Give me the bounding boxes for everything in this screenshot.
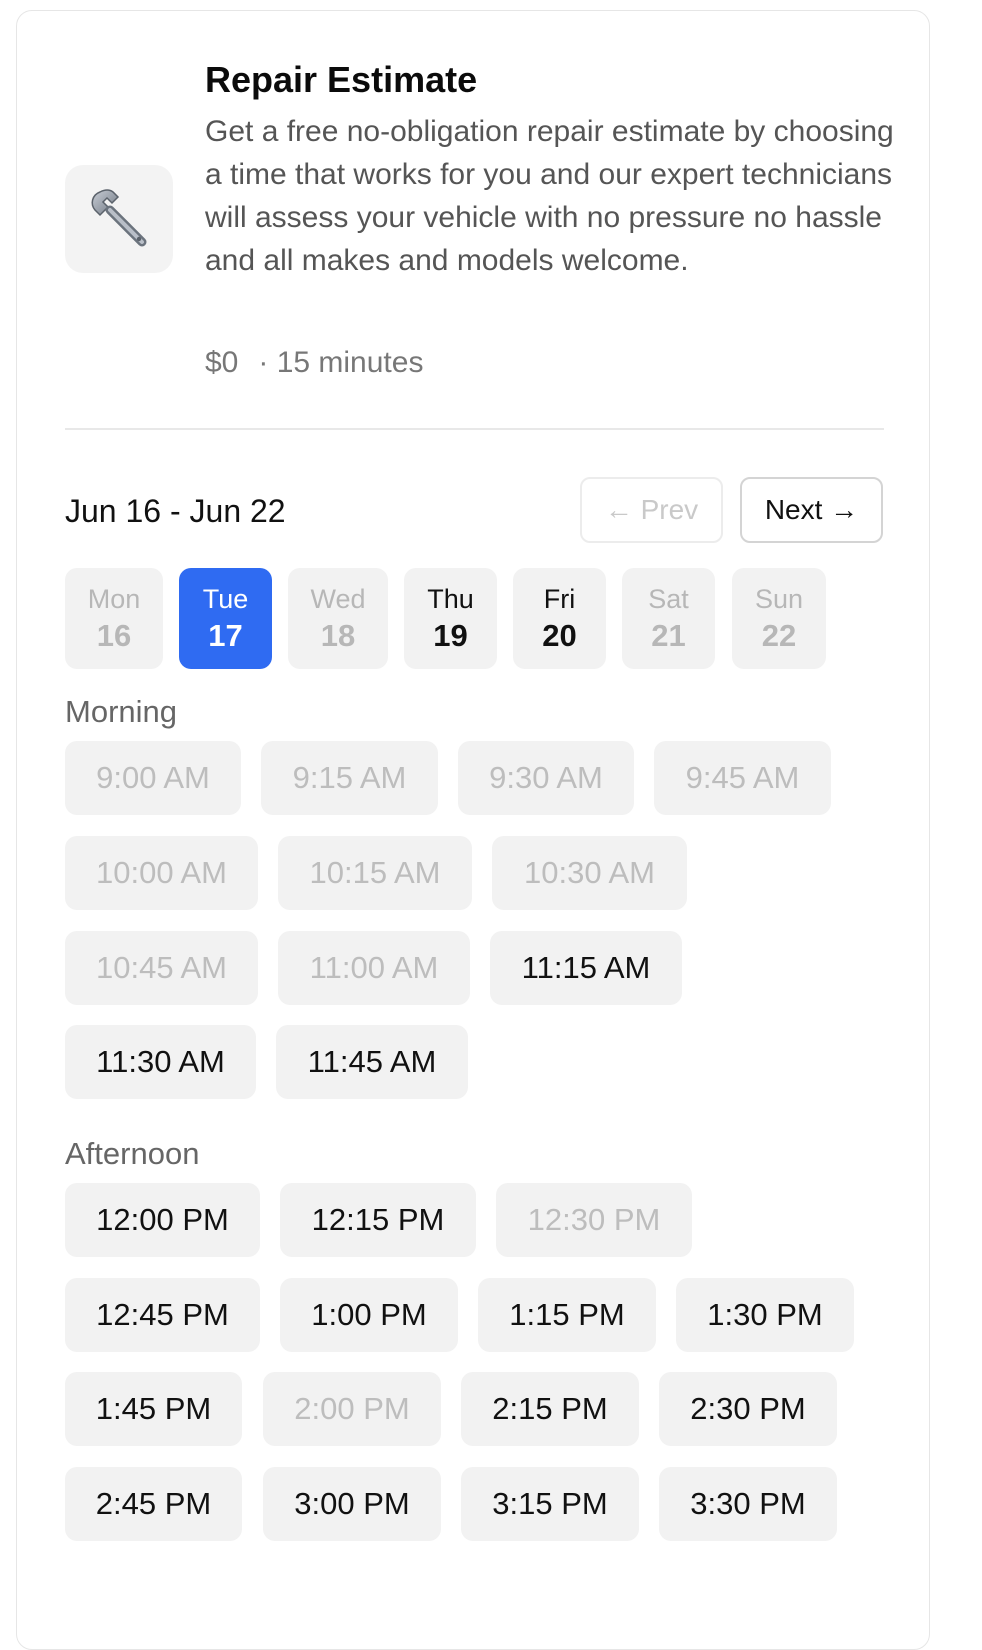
day-name: Mon: [87, 583, 141, 614]
time-slot-button[interactable]: 3:00 PM: [263, 1467, 441, 1541]
day-button-sat[interactable]: Sat 21: [622, 568, 715, 669]
day-name: Tue: [202, 583, 249, 614]
time-slot-button[interactable]: 10:45 AM: [65, 931, 258, 1005]
day-number: 16: [96, 617, 132, 653]
time-slot-button[interactable]: 3:30 PM: [659, 1467, 837, 1541]
day-name: Fri: [543, 583, 576, 614]
day-number: 18: [320, 617, 356, 653]
day-button-sun[interactable]: Sun 22: [732, 568, 826, 669]
service-price: $0: [205, 346, 239, 379]
time-slot-button[interactable]: 11:30 AM: [65, 1025, 256, 1099]
day-number: 19: [433, 617, 468, 653]
service-description: Get a free no-obligation repair estimate…: [205, 115, 894, 277]
service-icon-tile: [65, 165, 173, 273]
time-slot-button[interactable]: 11:15 AM: [490, 931, 682, 1005]
day-name: Thu: [427, 583, 474, 614]
time-slot-button[interactable]: 10:30 AM: [492, 836, 687, 910]
wrench-icon: [91, 189, 147, 247]
time-slot-button[interactable]: 1:00 PM: [280, 1278, 458, 1352]
time-slot-button[interactable]: 11:00 AM: [278, 931, 470, 1005]
time-slot-button[interactable]: 2:15 PM: [461, 1372, 639, 1446]
day-button-wed[interactable]: Wed 18: [288, 568, 388, 669]
time-slot-button[interactable]: 9:15 AM: [261, 741, 438, 815]
time-slot-button[interactable]: 12:30 PM: [496, 1183, 692, 1257]
time-slot-button[interactable]: 9:30 AM: [458, 741, 634, 815]
time-slot-button[interactable]: 12:15 PM: [280, 1183, 476, 1257]
time-slot-button[interactable]: 2:00 PM: [263, 1372, 441, 1446]
divider: [65, 428, 884, 430]
day-number: 17: [208, 617, 243, 653]
day-button-thu[interactable]: Thu 19: [404, 568, 497, 669]
day-number: 21: [651, 617, 686, 653]
day-button-fri[interactable]: Fri 20: [513, 568, 606, 669]
time-slot-button[interactable]: 11:45 AM: [276, 1025, 468, 1099]
service-duration: · 15 minutes: [258, 346, 424, 379]
time-slot-button[interactable]: 10:00 AM: [65, 836, 258, 910]
day-name: Sun: [754, 583, 804, 614]
prev-week-button[interactable]: ← Prev: [580, 477, 723, 543]
service-meta: $0 · 15 minutes: [205, 343, 423, 383]
time-slot-button[interactable]: 3:15 PM: [461, 1467, 639, 1541]
day-button-tue[interactable]: Tue 17: [179, 568, 272, 669]
time-slot-button[interactable]: 2:45 PM: [65, 1467, 242, 1541]
morning-label: Morning: [65, 694, 177, 729]
afternoon-label: Afternoon: [65, 1136, 200, 1171]
time-slot-button[interactable]: 1:30 PM: [676, 1278, 854, 1352]
time-slot-button[interactable]: 9:00 AM: [65, 741, 241, 815]
time-slot-button[interactable]: 10:15 AM: [278, 836, 472, 910]
time-slot-button[interactable]: 12:00 PM: [65, 1183, 260, 1257]
day-name: Sat: [648, 583, 689, 614]
next-week-button[interactable]: Next →: [740, 477, 883, 543]
time-slot-button[interactable]: 9:45 AM: [654, 741, 831, 815]
time-slot-button[interactable]: 1:15 PM: [478, 1278, 656, 1352]
service-title: Repair Estimate: [205, 59, 478, 100]
day-number: 22: [761, 617, 797, 653]
time-slot-button[interactable]: 1:45 PM: [65, 1372, 242, 1446]
week-range: Jun 16 - Jun 22: [65, 493, 286, 529]
day-name: Wed: [310, 583, 366, 614]
time-slot-button[interactable]: 12:45 PM: [65, 1278, 260, 1352]
day-number: 20: [542, 617, 577, 653]
day-button-mon[interactable]: Mon 16: [65, 568, 163, 669]
time-slot-button[interactable]: 2:30 PM: [659, 1372, 837, 1446]
